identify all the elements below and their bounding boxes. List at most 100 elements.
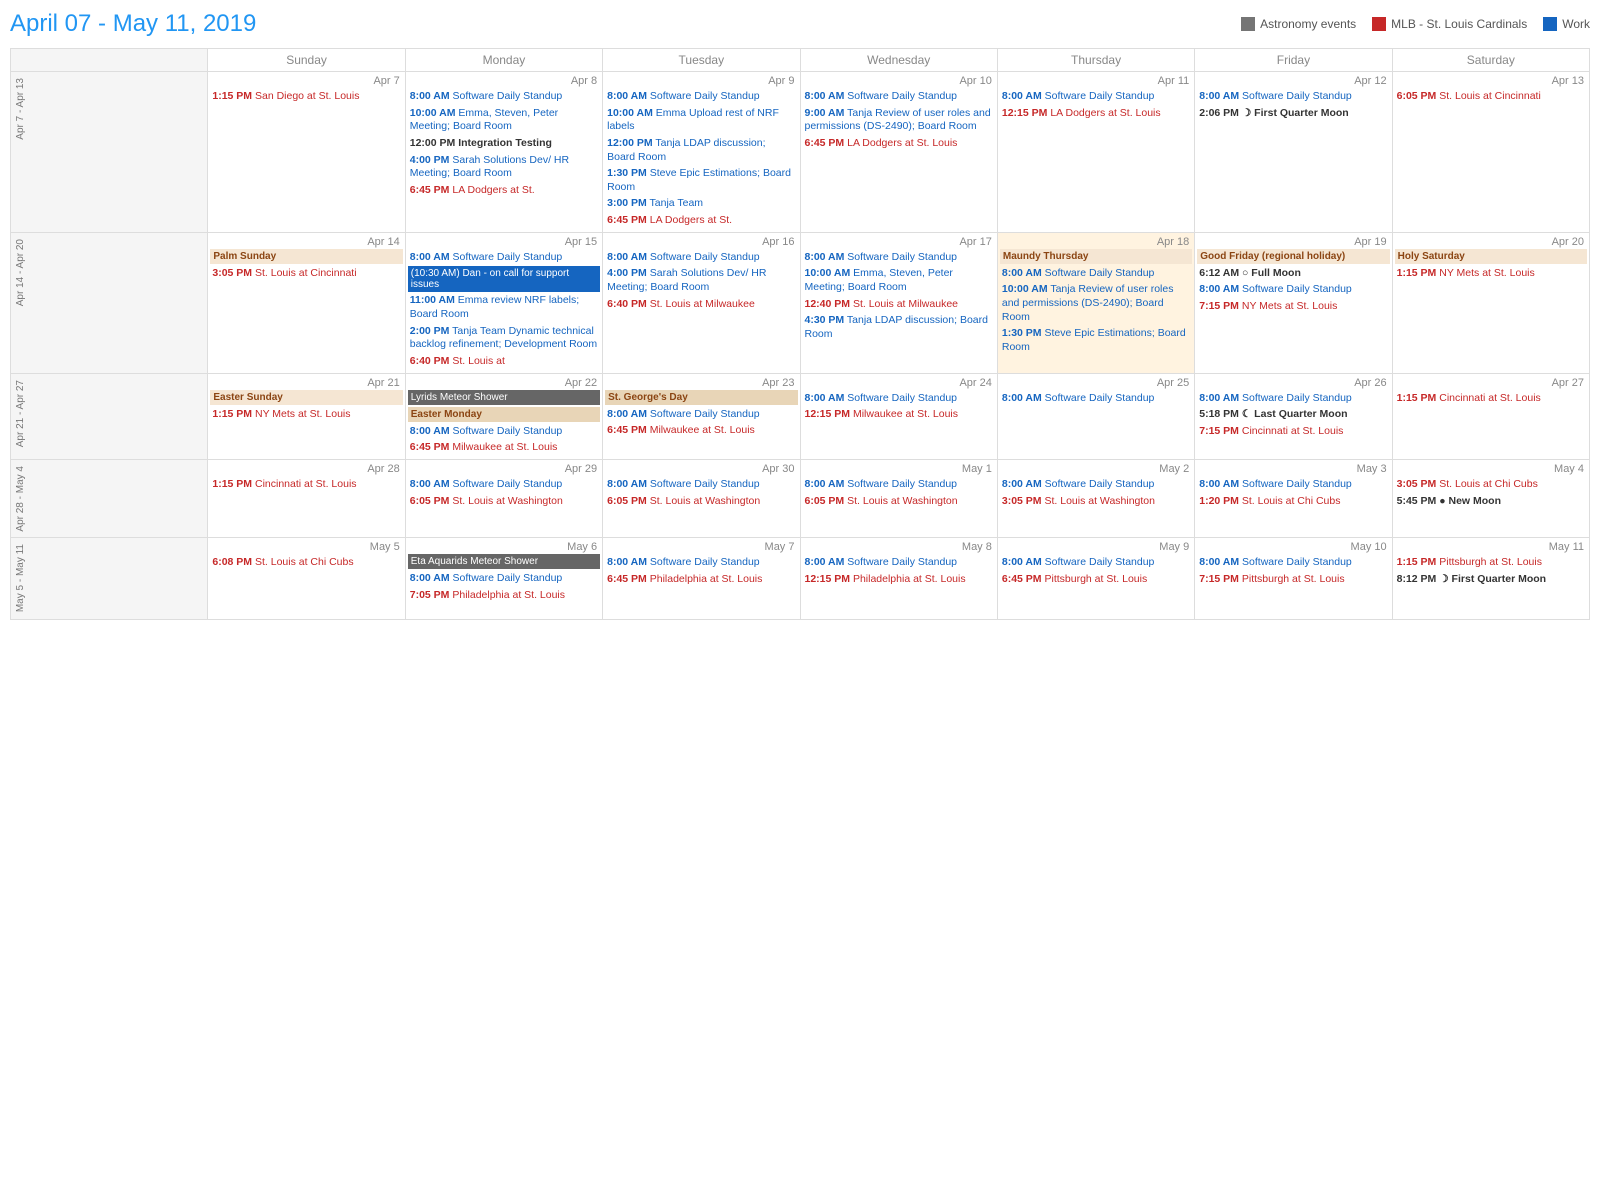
list-item[interactable]: 12:15 PM Philadelphia at St. Louis [803, 572, 995, 588]
list-item[interactable]: 8:00 AM Software Daily Standup [1197, 555, 1389, 571]
list-item[interactable]: 6:05 PM St. Louis at Washington [803, 494, 995, 510]
list-item[interactable]: 5:18 PM ☾ Last Quarter Moon [1197, 407, 1389, 423]
dow-wednesday: Wednesday [800, 49, 997, 72]
date-number: Apr 10 [803, 74, 995, 88]
list-item[interactable]: 6:45 PM LA Dodgers at St. Louis [803, 136, 995, 152]
date-number: Apr 14 [210, 235, 402, 249]
list-item[interactable]: 4:30 PM Tanja LDAP discussion; Board Roo… [803, 313, 995, 342]
date-number: Apr 20 [1395, 235, 1587, 249]
list-item[interactable]: 10:00 AM Emma Upload rest of NRF labels [605, 106, 797, 135]
table-row: Apr 268:00 AM Software Daily Standup5:18… [1195, 373, 1392, 459]
list-item[interactable]: 8:00 AM Software Daily Standup [1000, 391, 1192, 407]
list-item[interactable]: 8:00 AM Software Daily Standup [605, 407, 797, 423]
list-item[interactable]: 8:00 AM Software Daily Standup [803, 89, 995, 105]
list-item[interactable]: 6:45 PM Philadelphia at St. Louis [605, 572, 797, 588]
table-row: May 56:08 PM St. Louis at Chi Cubs [208, 538, 405, 619]
list-item[interactable]: 7:05 PM Philadelphia at St. Louis [408, 588, 600, 604]
date-number: Apr 30 [605, 462, 797, 476]
work-color-swatch [1543, 17, 1557, 31]
list-item[interactable]: 10:00 AM Tanja Review of user roles and … [1000, 282, 1192, 325]
list-item[interactable]: 6:05 PM St. Louis at Cincinnati [1395, 89, 1587, 105]
list-item[interactable]: 8:00 AM Software Daily Standup [1197, 282, 1389, 298]
list-item[interactable]: 12:15 PM LA Dodgers at St. Louis [1000, 106, 1192, 122]
list-item[interactable]: 6:45 PM LA Dodgers at St. [408, 183, 600, 199]
list-item[interactable]: 1:30 PM Steve Epic Estimations; Board Ro… [605, 166, 797, 195]
list-item[interactable]: 1:15 PM Cincinnati at St. Louis [210, 477, 402, 493]
list-item[interactable]: 1:30 PM Steve Epic Estimations; Board Ro… [1000, 326, 1192, 355]
list-item[interactable]: 1:15 PM Cincinnati at St. Louis [1395, 391, 1587, 407]
list-item[interactable]: 12:00 PM Tanja LDAP discussion; Board Ro… [605, 136, 797, 165]
list-item[interactable]: 8:00 AM Software Daily Standup [803, 477, 995, 493]
list-item[interactable]: 6:08 PM St. Louis at Chi Cubs [210, 555, 402, 571]
list-item[interactable]: 8:00 AM Software Daily Standup [803, 391, 995, 407]
list-item[interactable]: 8:00 AM Software Daily Standup [1000, 555, 1192, 571]
table-row: Apr 108:00 AM Software Daily Standup9:00… [800, 72, 997, 233]
list-item[interactable]: 3:05 PM St. Louis at Chi Cubs [1395, 477, 1587, 493]
mlb-color-swatch [1372, 17, 1386, 31]
date-number: Apr 12 [1197, 74, 1389, 88]
list-item[interactable]: 4:00 PM Sarah Solutions Dev/ HR Meeting;… [605, 266, 797, 295]
list-item[interactable]: 8:00 AM Software Daily Standup [1000, 266, 1192, 282]
special-day: Easter Sunday [210, 390, 402, 405]
list-item[interactable]: 8:00 AM Software Daily Standup [605, 89, 797, 105]
list-item[interactable]: 12:40 PM St. Louis at Milwaukee [803, 297, 995, 313]
list-item[interactable]: 3:00 PM Tanja Team [605, 196, 797, 212]
list-item[interactable]: (10:30 AM) Dan - on call for support iss… [408, 266, 600, 292]
list-item[interactable]: 7:15 PM Pittsburgh at St. Louis [1197, 572, 1389, 588]
table-row: Apr 298:00 AM Software Daily Standup6:05… [405, 459, 602, 538]
list-item[interactable]: 8:00 AM Software Daily Standup [605, 250, 797, 266]
list-item[interactable]: 5:45 PM ● New Moon [1395, 494, 1587, 510]
table-row: May 98:00 AM Software Daily Standup6:45 … [997, 538, 1194, 619]
list-item[interactable]: 1:20 PM St. Louis at Chi Cubs [1197, 494, 1389, 510]
list-item[interactable]: 6:40 PM St. Louis at Milwaukee [605, 297, 797, 313]
list-item[interactable]: 1:15 PM NY Mets at St. Louis [210, 407, 402, 423]
list-item[interactable]: 6:45 PM Milwaukee at St. Louis [605, 423, 797, 439]
list-item[interactable]: 4:00 PM Sarah Solutions Dev/ HR Meeting;… [408, 153, 600, 182]
list-item[interactable]: 9:00 AM Tanja Review of user roles and p… [803, 106, 995, 135]
date-number: Apr 29 [408, 462, 600, 476]
list-item[interactable]: 8:00 AM Software Daily Standup [408, 571, 600, 587]
legend-astronomy-label: Astronomy events [1260, 17, 1356, 31]
list-item[interactable]: 8:00 AM Software Daily Standup [803, 555, 995, 571]
list-item[interactable]: 8:00 AM Software Daily Standup [605, 555, 797, 571]
list-item[interactable]: 10:00 AM Emma, Steven, Peter Meeting; Bo… [408, 106, 600, 135]
list-item[interactable]: 7:15 PM NY Mets at St. Louis [1197, 299, 1389, 315]
astronomy-color-swatch [1241, 17, 1255, 31]
list-item[interactable]: 6:45 PM LA Dodgers at St. [605, 213, 797, 229]
list-item[interactable]: 8:00 AM Software Daily Standup [1000, 477, 1192, 493]
list-item[interactable]: 3:05 PM St. Louis at Washington [1000, 494, 1192, 510]
list-item[interactable]: 8:00 AM Software Daily Standup [408, 89, 600, 105]
list-item[interactable]: 8:00 AM Software Daily Standup [408, 424, 600, 440]
list-item[interactable]: 8:00 AM Software Daily Standup [408, 477, 600, 493]
list-item[interactable]: 8:00 AM Software Daily Standup [1197, 477, 1389, 493]
list-item[interactable]: 12:00 PM Integration Testing [408, 136, 600, 152]
list-item[interactable]: 8:00 AM Software Daily Standup [1197, 89, 1389, 105]
list-item[interactable]: 1:15 PM San Diego at St. Louis [210, 89, 402, 105]
list-item[interactable]: 8:12 PM ☽ First Quarter Moon [1395, 572, 1587, 588]
list-item[interactable]: 12:15 PM Milwaukee at St. Louis [803, 407, 995, 423]
list-item[interactable]: 2:06 PM ☽ First Quarter Moon [1197, 106, 1389, 122]
list-item[interactable]: 6:12 AM ○ Full Moon [1197, 266, 1389, 282]
table-row: Apr 19Good Friday (regional holiday)6:12… [1195, 232, 1392, 373]
list-item[interactable]: 7:15 PM Cincinnati at St. Louis [1197, 424, 1389, 440]
list-item[interactable]: 10:00 AM Emma, Steven, Peter Meeting; Bo… [803, 266, 995, 295]
list-item[interactable]: 6:45 PM Pittsburgh at St. Louis [1000, 572, 1192, 588]
list-item[interactable]: 8:00 AM Software Daily Standup [803, 250, 995, 266]
date-number: Apr 22 [408, 376, 600, 390]
list-item[interactable]: 11:00 AM Emma review NRF labels; Board R… [408, 293, 600, 322]
list-item[interactable]: 1:15 PM Pittsburgh at St. Louis [1395, 555, 1587, 571]
list-item[interactable]: 8:00 AM Software Daily Standup [1000, 89, 1192, 105]
list-item[interactable]: 6:05 PM St. Louis at Washington [605, 494, 797, 510]
list-item[interactable]: 6:45 PM Milwaukee at St. Louis [408, 440, 600, 456]
list-item[interactable]: 8:00 AM Software Daily Standup [408, 250, 600, 266]
table-row: Apr 158:00 AM Software Daily Standup(10:… [405, 232, 602, 373]
list-item[interactable]: 8:00 AM Software Daily Standup [605, 477, 797, 493]
list-item[interactable]: 3:05 PM St. Louis at Cincinnati [210, 266, 402, 282]
list-item[interactable]: 1:15 PM NY Mets at St. Louis [1395, 266, 1587, 282]
list-item[interactable]: 6:05 PM St. Louis at Washington [408, 494, 600, 510]
list-item[interactable]: 6:40 PM St. Louis at [408, 354, 600, 370]
table-row: Apr 308:00 AM Software Daily Standup6:05… [603, 459, 800, 538]
list-item[interactable]: 8:00 AM Software Daily Standup [1197, 391, 1389, 407]
list-item[interactable]: 2:00 PM Tanja Team Dynamic technical bac… [408, 324, 600, 353]
date-number: May 7 [605, 540, 797, 554]
